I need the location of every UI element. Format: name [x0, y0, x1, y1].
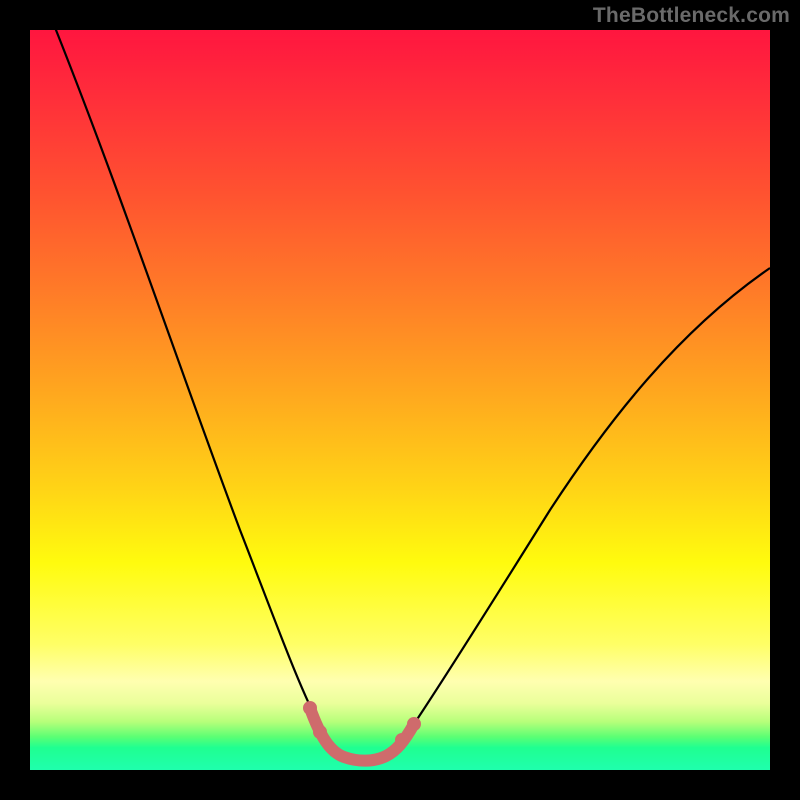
bottleneck-curve	[52, 20, 770, 759]
chart-frame: TheBottleneck.com	[0, 0, 800, 800]
highlight-dot-left	[303, 701, 317, 715]
plot-area	[30, 30, 770, 770]
watermark-text: TheBottleneck.com	[593, 4, 790, 28]
highlight-dot-right	[407, 717, 421, 731]
highlight-dot-left-2	[313, 725, 327, 739]
highlight-dot-right-2	[395, 733, 409, 747]
curve-layer	[30, 30, 770, 770]
